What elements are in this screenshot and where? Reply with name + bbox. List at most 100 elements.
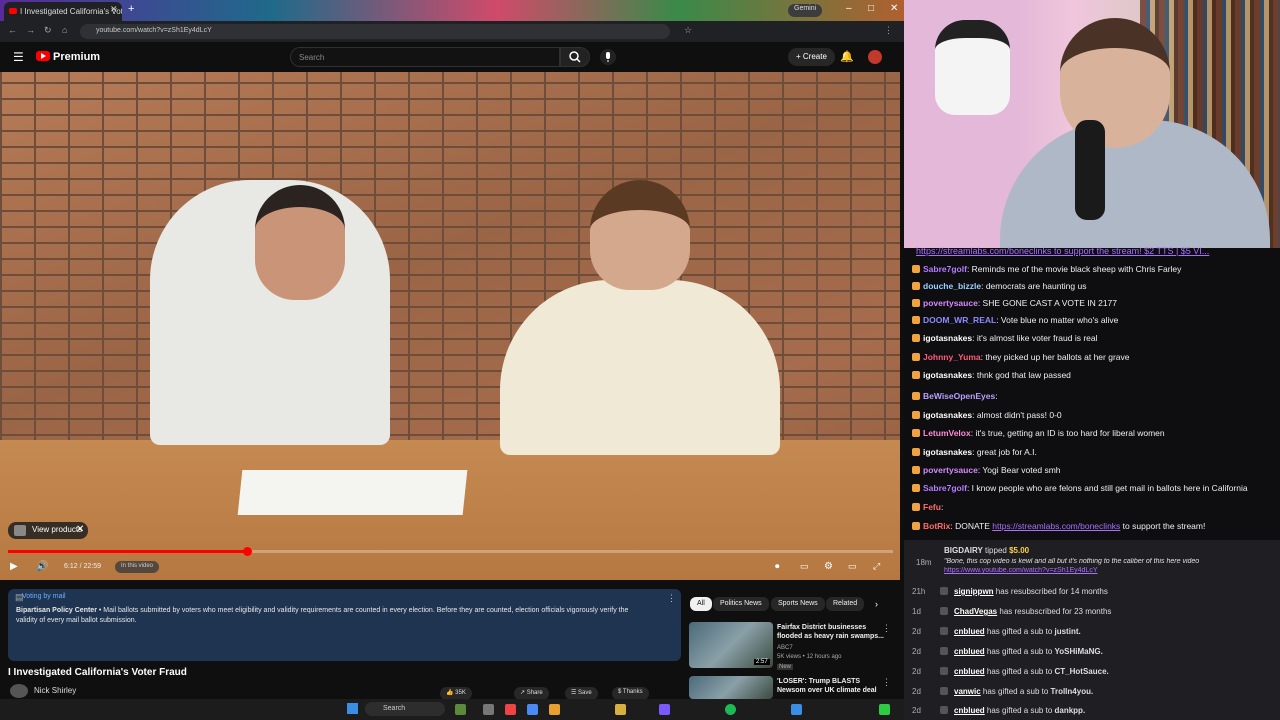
- event-target-user[interactable]: dankpp.: [1055, 706, 1086, 715]
- chat-username[interactable]: LetumVelox: [923, 428, 971, 438]
- close-products-icon[interactable]: ✕: [76, 524, 84, 535]
- volume-icon[interactable]: 🔊: [36, 561, 48, 572]
- related-video-title[interactable]: 'LOSER': Trump BLASTS Newsom over UK cli…: [777, 677, 887, 695]
- reload-icon[interactable]: ↻: [44, 25, 52, 36]
- chat-username[interactable]: igotasnakes: [923, 370, 972, 380]
- tip-quote-link[interactable]: https://www.youtube.com/watch?v=zSh1Ey4d…: [944, 567, 1274, 574]
- in-this-video-chip[interactable]: In this video: [115, 561, 160, 573]
- settings-gear-icon[interactable]: ⚙: [824, 561, 833, 572]
- chat-username[interactable]: Fefu: [923, 502, 941, 512]
- channel-avatar[interactable]: [10, 684, 28, 698]
- new-tab-button[interactable]: +: [128, 3, 134, 15]
- chat-link[interactable]: https://streamlabs.com/boneclinks: [992, 521, 1120, 531]
- create-button[interactable]: + Create: [788, 48, 835, 66]
- voice-search-button[interactable]: [600, 49, 616, 65]
- back-icon[interactable]: ←: [8, 25, 17, 35]
- chat-badge-icon: [912, 282, 920, 290]
- chat-username[interactable]: igotasnakes: [923, 447, 972, 457]
- event-target-user[interactable]: YoSHiMaNG.: [1055, 647, 1103, 656]
- youtube-premium-label[interactable]: Premium: [53, 51, 100, 63]
- taskbar-search[interactable]: Search: [365, 702, 445, 716]
- chat-username[interactable]: douche_bizzle: [923, 281, 981, 291]
- chat-username[interactable]: igotasnakes: [923, 333, 972, 343]
- bookmark-star-icon[interactable]: ☆: [684, 25, 692, 36]
- event-user[interactable]: cnblued: [954, 706, 985, 715]
- chat-badge-icon: [912, 392, 920, 400]
- notifications-bell-icon[interactable]: 🔔: [840, 50, 854, 63]
- event-user[interactable]: cnblued: [954, 667, 985, 676]
- chat-username[interactable]: BotRix: [923, 521, 950, 531]
- minimize-icon[interactable]: –: [846, 3, 852, 14]
- related-video-title[interactable]: Fairfax District businesses flooded as h…: [777, 623, 887, 641]
- browser-menu-icon[interactable]: ⋮: [884, 25, 893, 36]
- channel-name[interactable]: Nick Shirley: [34, 686, 76, 695]
- fullscreen-icon[interactable]: ⤢: [873, 561, 880, 572]
- search-input[interactable]: Search: [290, 47, 560, 67]
- chat-username[interactable]: Sabre7golf: [923, 483, 967, 493]
- event-time: 1d: [912, 607, 921, 616]
- window-close-icon[interactable]: ✕: [890, 3, 898, 14]
- info-panel-more-icon[interactable]: ⋮: [667, 593, 676, 604]
- maximize-icon[interactable]: □: [868, 3, 874, 14]
- tab-close-icon[interactable]: ✕: [110, 4, 118, 15]
- hamburger-menu-icon[interactable]: ☰: [13, 50, 24, 64]
- chips-next-icon[interactable]: ›: [875, 599, 878, 609]
- play-icon[interactable]: ▶: [10, 561, 18, 572]
- chat-username[interactable]: Johnny_Yuma: [923, 352, 981, 362]
- chat-username[interactable]: povertysauce: [923, 465, 978, 475]
- pinned-message-text[interactable]: https://streamlabs.com/boneclinks to sup…: [916, 246, 1209, 256]
- event-user[interactable]: cnblued: [954, 647, 985, 656]
- event-user[interactable]: signippwn: [954, 587, 994, 596]
- info-panel-title[interactable]: Voting by mail: [22, 593, 66, 600]
- event-user[interactable]: cnblued: [954, 627, 985, 636]
- windows-start-icon[interactable]: [347, 703, 358, 714]
- event-user[interactable]: ChadVegas: [954, 607, 997, 616]
- taskbar-app-icon[interactable]: [483, 704, 494, 715]
- taskbar-app-icon[interactable]: [791, 704, 802, 715]
- event-user[interactable]: vanwic: [954, 687, 981, 696]
- related-more-icon[interactable]: ⋮: [882, 623, 891, 634]
- browser-tab[interactable]: I Investigated California's Voter: [4, 2, 122, 21]
- miniplayer-icon[interactable]: ▭: [848, 561, 857, 572]
- chrome-taskbar-icon[interactable]: [527, 704, 538, 715]
- event-target-user[interactable]: Trolln4you.: [1051, 687, 1094, 696]
- captions-icon[interactable]: ▭: [800, 561, 809, 572]
- scrubber-handle[interactable]: [243, 547, 252, 556]
- autoplay-toggle-icon[interactable]: ⏺: [775, 561, 780, 572]
- chat-message: LetumVelox: it's true, getting an ID is …: [912, 428, 1272, 438]
- event-target-user[interactable]: justint.: [1055, 627, 1081, 636]
- gemini-button[interactable]: Gemini: [788, 4, 823, 17]
- taskbar-app-icon[interactable]: [659, 704, 670, 715]
- video-title: I Investigated California's Voter Fraud: [8, 667, 187, 678]
- taskbar-app-icon[interactable]: [549, 704, 560, 715]
- pinned-message[interactable]: https://streamlabs.com/boneclinks to sup…: [916, 246, 1280, 256]
- chat-text: : Vote blue no matter who's alive: [996, 315, 1119, 325]
- chat-username[interactable]: BeWiseOpenEyes: [923, 391, 995, 401]
- search-button[interactable]: [560, 47, 590, 67]
- chip-sports-news[interactable]: Sports News: [771, 597, 825, 611]
- related-video-channel: ABC7: [777, 645, 793, 651]
- event-target-user[interactable]: CT_HotSauce.: [1055, 667, 1109, 676]
- account-avatar[interactable]: [868, 50, 882, 64]
- youtube-logo-icon[interactable]: [36, 51, 50, 61]
- chat-username[interactable]: igotasnakes: [923, 410, 972, 420]
- chat-text: : DONATE: [950, 521, 993, 531]
- event-text: has gifted a sub to: [980, 687, 1051, 696]
- chip-all[interactable]: All: [690, 597, 712, 611]
- spotify-icon[interactable]: [725, 704, 736, 715]
- file-explorer-icon[interactable]: [615, 704, 626, 715]
- related-more-icon[interactable]: ⋮: [882, 677, 891, 688]
- chat-username[interactable]: DOOM_WR_REAL: [923, 315, 996, 325]
- related-video-thumbnail[interactable]: [689, 676, 773, 699]
- tip-quote-link-text[interactable]: https://www.youtube.com/watch?v=zSh1Ey4d…: [944, 567, 1098, 574]
- chat-username[interactable]: Sabre7golf: [923, 264, 967, 274]
- taskbar-app-icon[interactable]: [455, 704, 466, 715]
- taskbar-app-icon[interactable]: [879, 704, 890, 715]
- chat-username[interactable]: povertysauce: [923, 298, 978, 308]
- taskbar-app-icon[interactable]: [505, 704, 516, 715]
- url-field[interactable]: youtube.com/watch?v=zSh1Ey4dLcY: [80, 24, 670, 39]
- forward-icon[interactable]: →: [26, 25, 35, 35]
- home-icon[interactable]: ⌂: [62, 25, 67, 35]
- chip-related[interactable]: Related: [826, 597, 865, 611]
- chip-politics-news[interactable]: Politics News: [713, 597, 769, 611]
